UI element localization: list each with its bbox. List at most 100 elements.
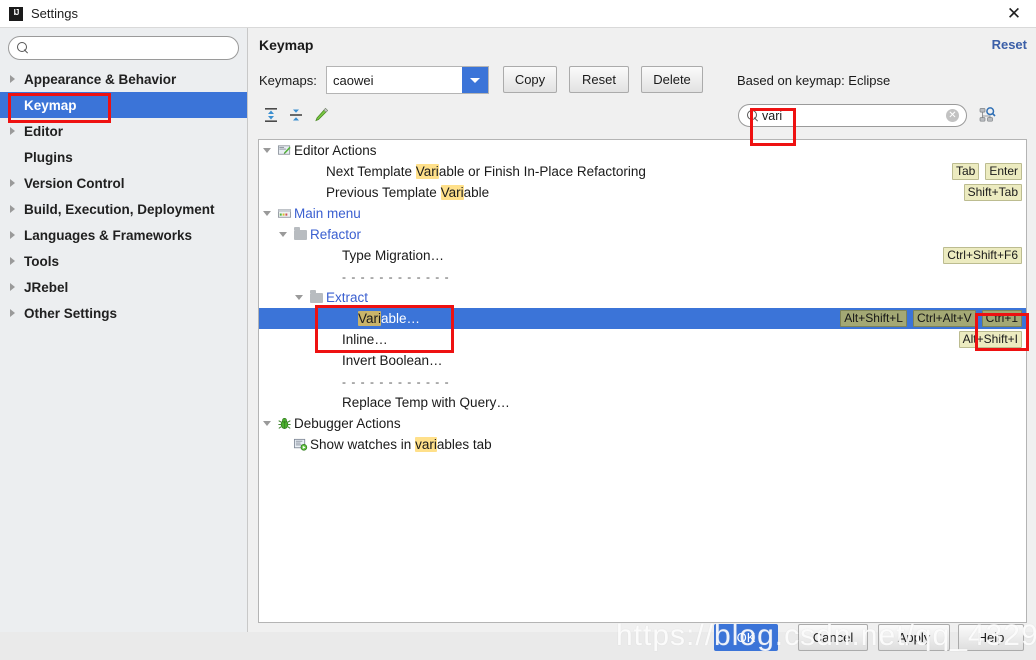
label-text: Refactor — [310, 227, 362, 242]
sidebar-item-jrebel[interactable]: JRebel — [0, 274, 247, 300]
tree-row-type-migration[interactable]: Type Migration… Ctrl+Shift+F6 — [259, 245, 1026, 266]
sidebar-item-plugins[interactable]: Plugins — [0, 144, 247, 170]
sidebar-item-version-control[interactable]: Version Control — [0, 170, 247, 196]
sidebar-item-other-settings[interactable]: Other Settings — [0, 300, 247, 326]
shortcut-badges: Alt+Shift+I — [958, 331, 1022, 348]
edit-pencil-icon[interactable] — [312, 106, 330, 124]
copy-button[interactable]: Copy — [503, 66, 557, 93]
reset-button[interactable]: Reset — [569, 66, 629, 93]
delete-button[interactable]: Delete — [641, 66, 703, 93]
shortcut-badge[interactable]: Shift+Tab — [963, 184, 1022, 201]
sidebar-item-keymap[interactable]: Keymap — [0, 92, 247, 118]
search-icon — [17, 42, 29, 54]
tree-row-inline[interactable]: Inline… Alt+Shift+I — [259, 329, 1026, 350]
label-text: Show watches in — [310, 437, 416, 452]
sidebar-item-languages-frameworks[interactable]: Languages & Frameworks — [0, 222, 247, 248]
shortcut-badge[interactable]: Ctrl+Alt+V — [912, 310, 976, 327]
chevron-right-icon[interactable] — [4, 257, 21, 265]
ok-button[interactable]: OK — [714, 624, 778, 651]
reset-link[interactable]: Reset — [992, 37, 1027, 52]
chevron-down-icon[interactable] — [259, 148, 275, 153]
chevron-right-icon[interactable] — [4, 127, 21, 135]
keymap-actions-tree[interactable]: Editor Actions Next Template Variable or … — [258, 139, 1027, 623]
tree-row-editor-actions[interactable]: Editor Actions — [259, 140, 1026, 161]
panel-header: Keymap Reset — [249, 28, 1036, 62]
tree-row-debugger-actions[interactable]: Debugger Actions — [259, 413, 1026, 434]
sidebar-item-build-execution-deployment[interactable]: Build, Execution, Deployment — [0, 196, 247, 222]
tree-row-label: Inline… — [341, 332, 388, 347]
sidebar-item-editor[interactable]: Editor — [0, 118, 247, 144]
label-text: able — [463, 185, 490, 200]
tree-row-replace-temp-with-query[interactable]: Replace Temp with Query… — [259, 392, 1026, 413]
chevron-down-icon[interactable] — [259, 421, 275, 426]
shortcut-badge[interactable]: Ctrl+Shift+F6 — [943, 247, 1022, 264]
shortcut-filter-box[interactable]: ✕ — [738, 104, 967, 127]
tree-row-main-menu[interactable]: Main menu — [259, 203, 1026, 224]
shortcut-badge[interactable]: Alt+Shift+I — [958, 331, 1022, 348]
find-by-shortcut-icon[interactable] — [977, 105, 997, 125]
sidebar-item-label: Tools — [24, 253, 59, 269]
sidebar-item-label: Languages & Frameworks — [24, 227, 193, 243]
chevron-right-icon[interactable] — [4, 283, 21, 291]
chevron-right-icon[interactable] — [4, 75, 21, 83]
shortcut-badges: Shift+Tab — [963, 184, 1022, 201]
tree-row-separator-1[interactable]: - - - - - - - - - - - - — [259, 266, 1026, 287]
label-text: Main menu — [294, 206, 361, 221]
collapse-all-icon[interactable] — [287, 106, 305, 124]
sidebar-item-tools[interactable]: Tools — [0, 248, 247, 274]
expand-all-icon[interactable] — [262, 106, 280, 124]
tree-row-separator-2[interactable]: - - - - - - - - - - - - — [259, 371, 1026, 392]
tree-row-label: Extract — [325, 290, 368, 305]
chevron-down-icon[interactable] — [291, 295, 307, 300]
apply-button[interactable]: Apply — [878, 624, 950, 651]
close-icon[interactable]: ✕ — [992, 0, 1036, 28]
settings-sidebar: Appearance & Behavior Keymap Editor Plugins… — [0, 28, 248, 632]
label-text: Invert Boolean… — [342, 353, 443, 368]
tree-row-label: Invert Boolean… — [341, 353, 443, 368]
tree-row-extract[interactable]: Extract — [259, 287, 1026, 308]
sidebar-item-appearance-behavior[interactable]: Appearance & Behavior — [0, 66, 247, 92]
match-highlight: Vari — [415, 164, 439, 179]
shortcut-badge[interactable]: Ctrl+1 — [981, 310, 1022, 327]
chevron-down-icon[interactable] — [259, 211, 275, 216]
shortcut-badge[interactable]: Enter — [985, 163, 1022, 180]
chevron-down-icon[interactable] — [462, 67, 488, 93]
shortcut-badge[interactable]: Tab — [951, 163, 980, 180]
tree-row-next-template-variable[interactable]: Next Template Variable or Finish In-Plac… — [259, 161, 1026, 182]
tree-row-label: Variable… — [357, 311, 420, 326]
match-highlight: Vari — [358, 311, 382, 326]
shortcut-filter-input[interactable] — [759, 106, 946, 125]
shortcut-badge[interactable]: Alt+Shift+L — [840, 310, 907, 327]
sidebar-item-label: Keymap — [24, 97, 77, 113]
tree-row-label: Debugger Actions — [293, 416, 401, 431]
based-on-keymap-label: Based on keymap: Eclipse — [737, 73, 891, 88]
cancel-button[interactable]: Cancel — [798, 624, 868, 651]
keymap-select-value: caowei — [333, 72, 374, 88]
tree-row-previous-template-variable[interactable]: Previous Template Variable Shift+Tab — [259, 182, 1026, 203]
sidebar-item-label: Editor — [24, 123, 63, 139]
page-title: Keymap — [259, 37, 314, 53]
sidebar-search-input[interactable] — [29, 38, 238, 58]
folder-icon — [291, 226, 309, 240]
title-bar: IJ Settings ✕ — [0, 0, 1036, 28]
label-text: Type Migration… — [342, 248, 445, 263]
chevron-right-icon[interactable] — [4, 309, 21, 317]
sidebar-search-box[interactable] — [8, 36, 239, 60]
keymap-toolbar-row: Keymaps: caowei Copy Reset Delete Based … — [249, 62, 1036, 100]
chevron-right-icon[interactable] — [4, 205, 21, 213]
clear-icon[interactable]: ✕ — [946, 109, 959, 122]
tree-row-refactor[interactable]: Refactor — [259, 224, 1026, 245]
label-text: Extract — [326, 290, 369, 305]
tree-row-invert-boolean[interactable]: Invert Boolean… — [259, 350, 1026, 371]
chevron-right-icon[interactable] — [4, 179, 21, 187]
tree-row-variable[interactable]: Variable… Alt+Shift+L Ctrl+Alt+V Ctrl+1 — [259, 308, 1026, 329]
chevron-right-icon[interactable] — [4, 231, 21, 239]
match-highlight: Vari — [440, 185, 464, 200]
help-button[interactable]: Help — [958, 624, 1024, 651]
sidebar-search-wrap — [0, 28, 247, 60]
label-text: Inline… — [342, 332, 388, 347]
sidebar-item-label: JRebel — [24, 279, 69, 295]
chevron-down-icon[interactable] — [275, 232, 291, 237]
tree-row-show-watches-in-variables-tab[interactable]: Show watches in variables tab — [259, 434, 1026, 455]
keymap-select[interactable]: caowei — [326, 66, 489, 94]
